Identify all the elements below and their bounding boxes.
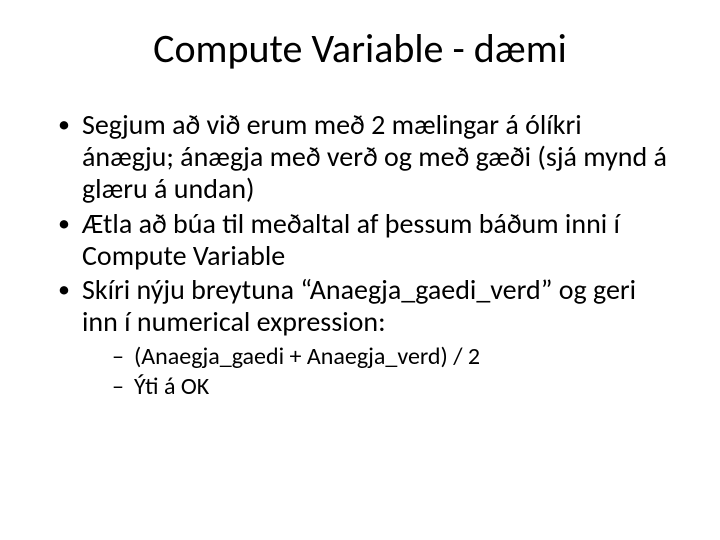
bullet-item: Ætla að búa til meðaltal af þessum báðum… <box>56 208 670 272</box>
bullet-text: Segjum að við erum með 2 mælingar á ólík… <box>82 107 667 206</box>
bullet-item: Segjum að við erum með 2 mælingar á ólík… <box>56 109 670 206</box>
bullet-list: Segjum að við erum með 2 mælingar á ólík… <box>50 109 670 402</box>
sub-bullet-text: Ýti á OK <box>134 372 209 401</box>
sub-bullet-text: (Anaegja_gaedi + Anaegja_verd) / 2 <box>134 342 480 371</box>
slide: Compute Variable - dæmi Segjum að við er… <box>0 0 720 540</box>
slide-title: Compute Variable - dæmi <box>50 24 670 73</box>
sub-bullet-item: Ýti á OK <box>112 372 670 402</box>
bullet-text: Ætla að búa til meðaltal af þessum báðum… <box>82 206 620 273</box>
bullet-text: Skíri nýju breytuna “Anaegja_gaedi_verd”… <box>82 272 636 339</box>
bullet-item: Skíri nýju breytuna “Anaegja_gaedi_verd”… <box>56 274 670 402</box>
sub-bullet-list: (Anaegja_gaedi + Anaegja_verd) / 2 Ýti á… <box>82 342 670 402</box>
sub-bullet-item: (Anaegja_gaedi + Anaegja_verd) / 2 <box>112 342 670 372</box>
